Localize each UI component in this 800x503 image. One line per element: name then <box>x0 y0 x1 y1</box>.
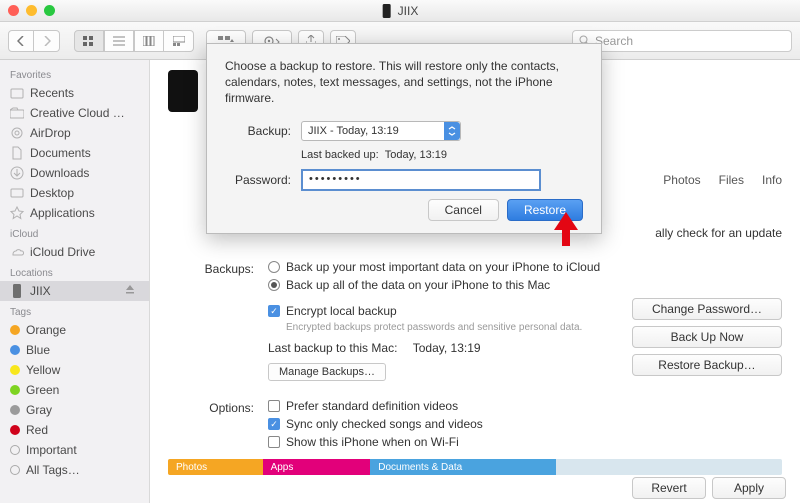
sidebar-item-downloads[interactable]: Downloads <box>0 163 149 183</box>
tag-dot-icon <box>10 425 20 435</box>
backup-select-label: Backup: <box>225 124 301 138</box>
restore-backup-dialog: Choose a backup to restore. This will re… <box>206 43 602 234</box>
tab-info[interactable]: Info <box>762 173 782 187</box>
sidebar-tag-gray[interactable]: Gray <box>0 400 149 420</box>
tab-photos[interactable]: Photos <box>663 173 700 187</box>
change-password-button[interactable]: Change Password… <box>632 298 782 320</box>
minimize-window-button[interactable] <box>26 5 37 16</box>
sidebar-item-creative-cloud[interactable]: Creative Cloud Files <box>0 103 149 123</box>
storage-segment: Photos <box>168 459 263 475</box>
tag-dot-icon <box>10 385 20 395</box>
phone-icon <box>382 4 392 18</box>
storage-segment: Apps <box>263 459 371 475</box>
sidebar-heading-favorites: Favorites <box>0 64 149 83</box>
revert-button[interactable]: Revert <box>632 477 706 499</box>
storage-segment <box>556 459 782 475</box>
forward-button[interactable] <box>34 30 60 52</box>
backup-now-button[interactable]: Back Up Now <box>632 326 782 348</box>
tag-dot-icon <box>10 365 20 375</box>
option-checkbox[interactable] <box>268 418 280 430</box>
apply-button[interactable]: Apply <box>712 477 786 499</box>
password-label: Password: <box>225 173 301 187</box>
sidebar-tag-green[interactable]: Green <box>0 380 149 400</box>
window-title: JIIX <box>398 4 419 18</box>
sidebar-tag-important[interactable]: Important <box>0 440 149 460</box>
sidebar-item-icloud-drive[interactable]: iCloud Drive <box>0 242 149 262</box>
dialog-message: Choose a backup to restore. This will re… <box>225 58 583 107</box>
gallery-view-button[interactable] <box>164 30 194 52</box>
sidebar-tag-orange[interactable]: Orange <box>0 320 149 340</box>
storage-bar: PhotosAppsDocuments & Data <box>168 459 782 475</box>
sidebar-item-documents[interactable]: Documents <box>0 143 149 163</box>
list-view-button[interactable] <box>104 30 134 52</box>
annotation-arrow <box>552 212 580 246</box>
tag-dot-icon <box>10 445 20 455</box>
sidebar-item-device[interactable]: JIIX <box>0 281 149 301</box>
tag-dot-icon <box>10 345 20 355</box>
sidebar-tag-all-tags-[interactable]: All Tags… <box>0 460 149 480</box>
backups-label: Backups: <box>168 260 268 276</box>
storage-segment: Documents & Data <box>370 459 556 475</box>
close-window-button[interactable] <box>8 5 19 16</box>
eject-icon[interactable] <box>125 284 139 298</box>
backup-mac-radio[interactable] <box>268 279 280 291</box>
zoom-window-button[interactable] <box>44 5 55 16</box>
window-titlebar: JIIX <box>0 0 800 22</box>
password-input[interactable]: ••••••••• <box>301 169 541 191</box>
manage-backups-button[interactable]: Manage Backups… <box>268 363 386 381</box>
sidebar-tag-yellow[interactable]: Yellow <box>0 360 149 380</box>
tag-dot-icon <box>10 465 20 475</box>
chevron-down-icon <box>444 122 460 140</box>
device-tabs: Photos Files Info <box>663 173 782 187</box>
sidebar: Favorites Recents Creative Cloud Files A… <box>0 60 150 503</box>
sidebar-item-airdrop[interactable]: AirDrop <box>0 123 149 143</box>
restore-backup-button[interactable]: Restore Backup… <box>632 354 782 376</box>
tag-dot-icon <box>10 325 20 335</box>
option-checkbox[interactable] <box>268 436 280 448</box>
backup-icloud-radio[interactable] <box>268 261 280 273</box>
sidebar-heading-icloud: iCloud <box>0 223 149 242</box>
icon-view-button[interactable] <box>74 30 104 52</box>
search-input[interactable]: Search <box>572 30 792 52</box>
option-checkbox[interactable] <box>268 400 280 412</box>
sidebar-item-applications[interactable]: Applications <box>0 203 149 223</box>
backup-select[interactable]: JIIX - Today, 13:19 <box>301 121 461 141</box>
sidebar-heading-locations: Locations <box>0 262 149 281</box>
options-label: Options: <box>168 399 268 415</box>
cancel-button[interactable]: Cancel <box>428 199 499 221</box>
auto-check-text: ally check for an update <box>655 226 782 240</box>
tag-dot-icon <box>10 405 20 415</box>
sidebar-tag-red[interactable]: Red <box>0 420 149 440</box>
tab-files[interactable]: Files <box>719 173 744 187</box>
sidebar-tag-blue[interactable]: Blue <box>0 340 149 360</box>
column-view-button[interactable] <box>134 30 164 52</box>
back-button[interactable] <box>8 30 34 52</box>
device-image <box>168 70 198 112</box>
sidebar-item-desktop[interactable]: Desktop <box>0 183 149 203</box>
encrypt-checkbox[interactable] <box>268 305 280 317</box>
sidebar-heading-tags: Tags <box>0 301 149 320</box>
sidebar-item-recents[interactable]: Recents <box>0 83 149 103</box>
